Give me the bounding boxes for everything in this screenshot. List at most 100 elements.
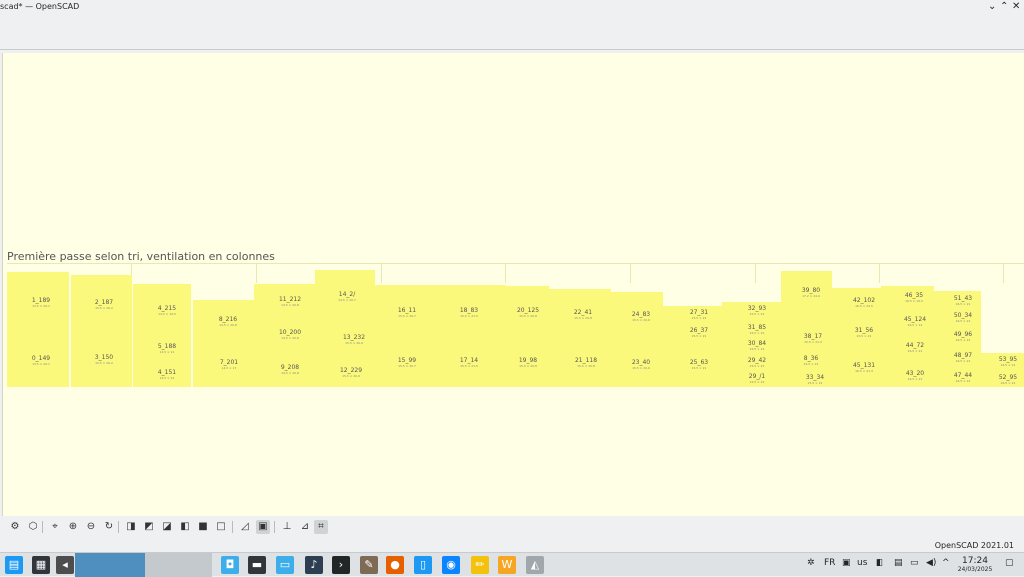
frame-divider [381,263,382,283]
book-label: 3_150 15,5 × 20,2 [95,355,113,366]
book-block [506,286,549,387]
book-label-dimensions: 15,5 × 20,8 [519,314,537,318]
thunderbird-icon[interactable]: ◉ [442,556,460,574]
book-label-dimensions: 15,5 × 21 [691,334,707,338]
show-desktop-icon[interactable]: ▢ [1005,558,1014,568]
show-axes-icon[interactable]: ⊥ [280,520,294,534]
maximize-button[interactable]: ⌃ [1000,1,1008,12]
pager-icon[interactable]: ◂ [56,556,74,574]
terminal-window-icon[interactable]: ▬ [248,556,266,574]
document-icon[interactable]: ▯ [414,556,432,574]
book-label: 51_43 16,5 × 21 [954,296,972,307]
book-label-dimensions: 16,5 × 24,5 [855,304,873,308]
book-label: 26_37 15,5 × 21 [690,328,708,339]
store-icon[interactable]: ◘ [221,556,239,574]
book-label-dimensions: 14,5 × 20,8 [281,303,299,307]
book-label-dimensions: 15,5 × 20,2 [95,361,113,365]
book-label-dimensions: 15,5 × 21 [856,334,872,338]
printer-icon[interactable]: ▤ [894,558,903,568]
task-manager-inactive[interactable] [145,553,212,577]
gimp-icon[interactable]: ✎ [360,556,378,574]
preview-icon[interactable]: ⚙ [8,520,22,534]
book-label: 14_2/14,5 × 20,7 [338,292,356,303]
show-scale-icon[interactable]: ⊿ [298,520,312,534]
view-top-icon[interactable]: ◩ [142,520,156,534]
calculator-icon[interactable]: ▦ [32,556,50,574]
book-label: 22_41 15,5 × 20,8 [574,310,592,321]
frame-divider [879,263,880,283]
clipboard-icon[interactable]: ▣ [842,558,851,568]
toolbar-separator [232,521,233,533]
book-label-dimensions: 16,5 × 21 [1000,363,1016,367]
frame-line [7,263,1024,264]
book-label-dimensions: 15,5 × 21 [749,347,765,351]
book-label: 8_216 14,5 × 20,8 [219,317,237,328]
minimize-button[interactable]: ⌄ [988,1,996,12]
view-bottom-icon[interactable]: ◪ [160,520,174,534]
file-manager-icon[interactable]: ▭ [276,556,294,574]
book-label-dimensions: 15,5 × 21 [691,316,707,320]
orthogonal-icon[interactable]: ▣ [256,520,270,534]
battery-icon[interactable]: ▯ [878,558,883,568]
view-all-icon[interactable]: ⌖ [48,520,62,534]
zoom-in-icon[interactable]: ⊕ [66,520,80,534]
book-label: 10_200 14,5 × 20,8 [279,330,301,341]
openscad-icon[interactable]: ◭ [526,556,544,574]
expand-tray-icon[interactable]: ^ [942,558,950,568]
clock-date: 24/03/2025 [957,566,993,573]
frame-divider [1003,263,1004,283]
view-left-icon[interactable]: ◧ [178,520,192,534]
app-launcher-icon[interactable]: ▤ [5,556,23,574]
keyboard-layout-indicator[interactable]: FR [824,558,835,568]
task-manager-active[interactable] [75,553,145,577]
wps-icon[interactable]: W [498,556,516,574]
book-label-dimensions: 15,5 × 20,8 [519,364,537,368]
view-front-icon[interactable]: ■ [196,520,210,534]
book-label-dimensions: 14,5 × 16,5 [158,312,176,316]
locale-indicator[interactable]: us [857,558,867,568]
book-label-dimensions: 15,5 × 20,6 [632,366,650,370]
book-label: 45_124 16,5 × 21 [904,317,926,328]
view-back-icon[interactable]: □ [214,520,228,534]
main-toolbar-area [0,16,1024,50]
book-label-dimensions: 16,5 × 21 [907,349,923,353]
zoom-out-icon[interactable]: ⊖ [84,520,98,534]
book-label-dimensions: 13,5 × 20,1 [32,362,50,366]
render-icon[interactable]: ⬡ [26,520,40,534]
firefox-icon[interactable]: ● [386,556,404,574]
book-label: 43_20 16,5 × 21 [906,371,924,382]
reset-view-icon[interactable]: ↻ [102,520,116,534]
book-label-dimensions: 13,5 × 20,1 [32,304,50,308]
book-label: 29_42 15,5 × 21 [748,358,766,369]
book-label-dimensions: 14,5 × 21 [159,376,175,380]
toolbar-separator [118,521,119,533]
close-button[interactable]: ✕ [1012,1,1020,12]
show-edges-icon[interactable]: ⌗ [314,520,328,534]
book-label: 13_232 15,5 × 20,9 [343,335,365,346]
view-right-icon[interactable]: ◨ [124,520,138,534]
terminal-icon[interactable]: › [332,556,350,574]
book-label-dimensions: 16,5 × 21 [907,323,923,327]
book-label-dimensions: 15,5 × 20,2 [95,306,113,310]
book-label: 12_229 15,5 × 20,9 [340,368,362,379]
book-label-dimensions: 15,5 × 20,8 [574,316,592,320]
perspective-icon[interactable]: ◿ [238,520,252,534]
toolbar-separator [42,521,43,533]
music-icon[interactable]: ♪ [305,556,323,574]
book-label-dimensions: 15,5 × 21 [749,331,765,335]
book-label-dimensions: 15,5 × 20,7 [398,364,416,368]
frame-divider [256,263,257,283]
book-label-dimensions: 16,5 × 21 [955,302,971,306]
clock[interactable]: 17:24 24/03/2025 [952,556,998,574]
frame-divider [630,263,631,283]
book-label: 23_40 15,5 × 20,6 [632,360,650,371]
book-label-dimensions: 15,5 × 20,6 [632,318,650,322]
book-label: 15_99 15,5 × 20,7 [398,358,416,369]
book-label: 7_201 14,5 × 17 [220,360,238,371]
settings-icon[interactable]: ✲ [807,558,815,568]
display-icon[interactable]: ▭ [910,558,919,568]
notes-icon[interactable]: ✏ [471,556,489,574]
volume-icon[interactable]: ◀) [926,558,936,568]
3d-viewport[interactable]: Première passe selon tri, ventilation en… [2,53,1024,516]
book-label: 47_44 16,5 × 21 [954,373,972,384]
